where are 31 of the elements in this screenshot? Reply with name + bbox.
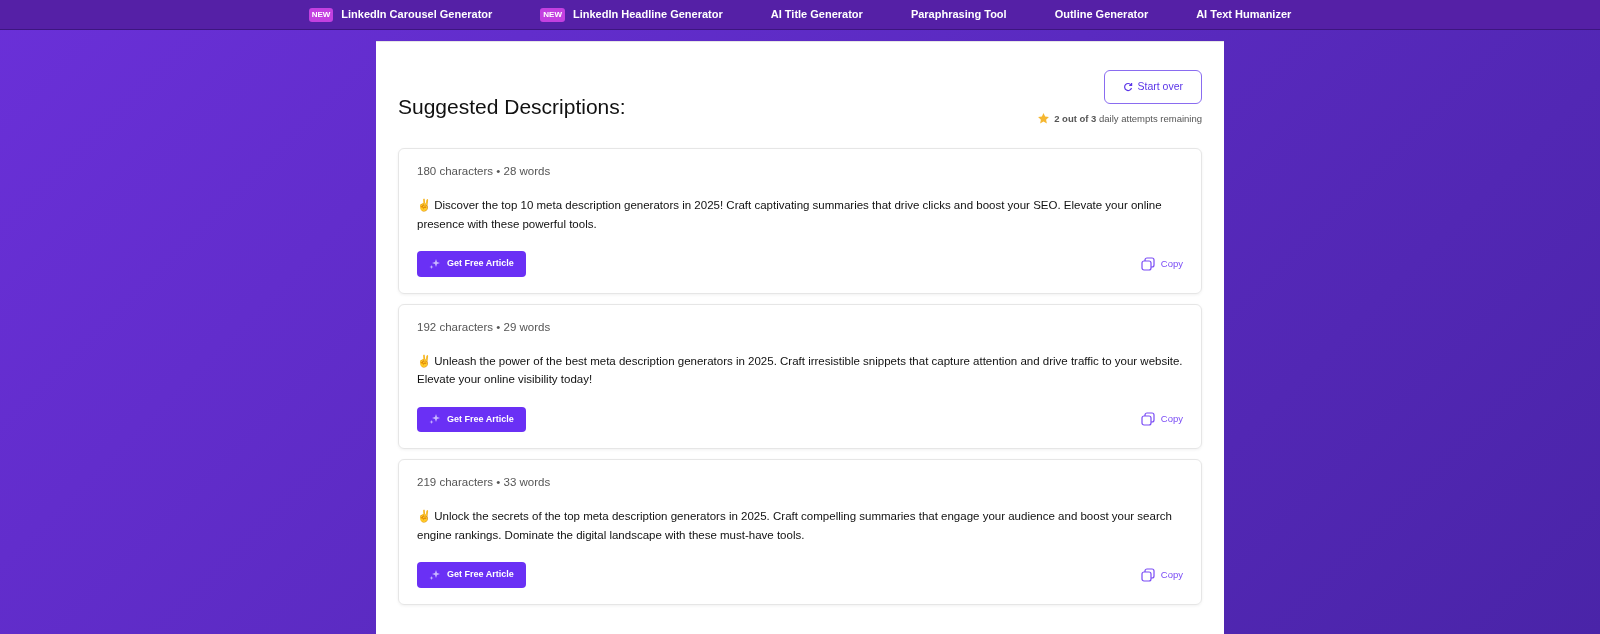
start-over-button[interactable]: Start over xyxy=(1104,70,1202,104)
get-article-button[interactable]: Get Free Article xyxy=(417,406,526,433)
copy-icon xyxy=(1140,412,1155,427)
star-icon xyxy=(1037,112,1051,126)
nav-link[interactable]: Paraphrasing Tool xyxy=(910,6,1007,23)
copy-button[interactable]: Copy xyxy=(1140,256,1183,271)
copy-icon xyxy=(1140,567,1155,582)
nav-link[interactable]: AI Text Humanizer xyxy=(1196,6,1292,23)
nav-link[interactable]: Outline Generator xyxy=(1054,6,1149,23)
nav-link[interactable]: AI Title Generator xyxy=(770,6,863,23)
result-stats: 180 characters • 28 words xyxy=(417,164,552,179)
get-article-button[interactable]: Get Free Article xyxy=(417,562,526,588)
new-badge: NEW xyxy=(540,7,565,22)
copy-button[interactable]: Copy xyxy=(1140,412,1183,427)
result-stats: 219 characters • 33 words xyxy=(417,475,552,491)
result-stats: 192 characters • 29 words xyxy=(417,319,552,335)
nav-link[interactable]: LinkedIn Carousel Generator xyxy=(341,6,493,23)
copy-button[interactable]: Copy xyxy=(1140,567,1183,582)
new-badge: NEW xyxy=(308,7,334,22)
description-text: ✌ Discover the top 10 meta description generators in 2025! Craft captivating summaries that drive clicks and boost your SEO. Elevate your online presence with these powerful tools. xyxy=(417,198,1163,232)
description-text: ✌ Unleash the power of the best meta description generators in 2025. Craft irresistible snippets that capture attention and drive traffic to your website. Elevate your online visibility today! xyxy=(417,353,1183,388)
attempts-remaining: 2 out of 3 daily attempts remaining xyxy=(1054,111,1202,126)
description-text: ✌ Unlock the secrets of the top meta description generators in 2025. Craft compelling summaries that engage your audience and boost your search engine rankings. Dominate the digital landscape with these must-have tools. xyxy=(417,509,1173,543)
sparkle-icon xyxy=(429,257,441,270)
nav-link[interactable]: LinkedIn Headline Generator xyxy=(573,6,723,23)
page-heading: Suggested Descriptions: xyxy=(398,94,626,120)
get-article-button[interactable]: Get Free Article xyxy=(417,251,526,277)
copy-icon xyxy=(1140,256,1155,271)
sparkle-icon xyxy=(429,413,441,426)
refresh-icon xyxy=(1123,81,1134,92)
sparkle-icon xyxy=(429,568,441,581)
